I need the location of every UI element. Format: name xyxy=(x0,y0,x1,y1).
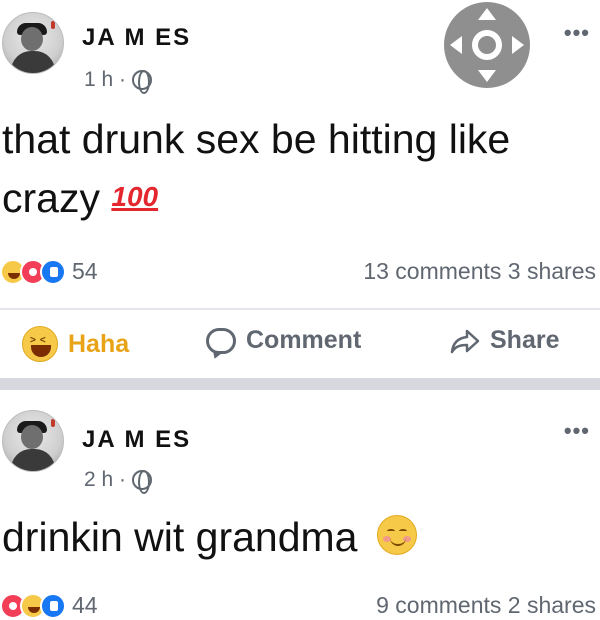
reaction-count: 44 xyxy=(72,592,98,618)
share-button[interactable]: Share xyxy=(450,326,559,355)
post-meta: 1 h · xyxy=(84,68,153,94)
reaction-count: 54 xyxy=(72,258,98,284)
globe-icon xyxy=(132,70,153,94)
dpad-icon xyxy=(444,2,530,88)
reaction-summary[interactable]: 54 xyxy=(0,258,98,285)
divider xyxy=(0,308,600,310)
like-reaction-icon xyxy=(40,592,66,619)
author-name[interactable]: JA M ES xyxy=(82,24,191,52)
post-body: drinkin wit grandma xyxy=(2,514,358,560)
smiling-face-emoji-icon xyxy=(376,515,417,555)
post-body: that drunk sex be hitting like crazy xyxy=(2,116,511,221)
post-time[interactable]: 2 h · xyxy=(84,468,126,492)
post-stats: 44 9 comments 2 shares xyxy=(0,592,600,620)
comments-shares-count[interactable]: 9 comments 2 shares xyxy=(376,592,596,619)
haha-label: Haha xyxy=(68,329,130,358)
like-reaction-icon xyxy=(40,258,66,285)
comment-button[interactable]: Comment xyxy=(206,326,361,355)
more-options-icon[interactable]: ••• xyxy=(564,20,590,46)
post-text: drinkin wit grandma xyxy=(2,508,592,566)
author-name[interactable]: JA M ES xyxy=(82,426,191,454)
haha-button[interactable]: >< Haha xyxy=(22,326,129,362)
comments-shares-count[interactable]: 13 comments 3 shares xyxy=(363,258,596,285)
post-text: that drunk sex be hitting like crazy 100 xyxy=(2,110,592,227)
share-label: Share xyxy=(490,326,560,354)
post-time[interactable]: 1 h · xyxy=(84,68,126,92)
avatar[interactable] xyxy=(2,12,64,74)
action-bar: >< Haha Comment Share xyxy=(0,326,600,376)
post-meta: 2 h · xyxy=(84,468,153,494)
hundred-emoji-icon: 100 xyxy=(111,181,159,212)
post-stats: 54 13 comments 3 shares xyxy=(0,258,600,292)
reaction-summary[interactable]: 44 xyxy=(0,592,98,619)
more-options-icon[interactable]: ••• xyxy=(564,418,590,444)
post-2: JA M ES 2 h · ••• drinkin wit grandma 44… xyxy=(0,392,600,620)
avatar[interactable] xyxy=(2,410,64,472)
globe-icon xyxy=(132,470,153,494)
post-separator xyxy=(0,378,600,390)
share-icon xyxy=(450,328,480,354)
comment-label: Comment xyxy=(246,326,362,354)
post-1: JA M ES 1 h · ••• that drunk sex be hitt… xyxy=(0,0,600,380)
haha-icon: >< xyxy=(22,326,58,362)
comment-icon xyxy=(206,327,236,354)
